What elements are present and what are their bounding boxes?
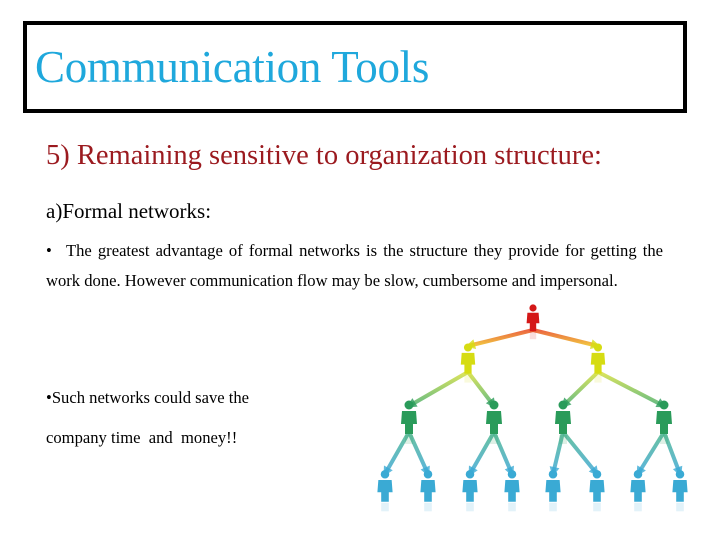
- bullet-text: The greatest advantage of formal network…: [46, 241, 663, 290]
- figure-head: [465, 469, 475, 479]
- figure-body: [590, 352, 606, 374]
- person-figure-level-3: [486, 400, 502, 444]
- figure-body: [420, 479, 436, 502]
- figure-reflection: [549, 502, 557, 512]
- subheading: a)Formal networks:: [46, 199, 212, 223]
- figure-head: [529, 304, 537, 312]
- figure-head: [380, 469, 390, 479]
- network-arrow: [466, 328, 535, 348]
- figure-reflection: [594, 374, 602, 383]
- figure-body: [462, 479, 478, 502]
- figure-reflection: [490, 435, 498, 444]
- person-figure-level-4: [420, 469, 436, 512]
- figure-head: [633, 469, 643, 479]
- network-arrow: [407, 370, 470, 408]
- figure-body: [555, 411, 571, 434]
- figure-body: [545, 479, 561, 502]
- figure-head: [558, 400, 568, 410]
- figure-head: [489, 400, 499, 410]
- person-figure-level-4: [589, 469, 605, 512]
- figure-reflection: [466, 502, 474, 512]
- figure-body: [630, 479, 646, 502]
- figure-body: [526, 312, 540, 332]
- figure-reflection: [676, 502, 684, 512]
- network-arrow: [561, 370, 600, 408]
- person-figure-level-4: [545, 469, 561, 512]
- network-links: [383, 328, 683, 477]
- figure-head: [592, 469, 602, 479]
- figure-reflection: [529, 332, 537, 340]
- bullet-line-1: •Such networks could save the: [46, 378, 346, 418]
- person-figure-top: [526, 304, 540, 340]
- figure-reflection: [634, 502, 642, 512]
- person-figure-level-4: [630, 469, 646, 512]
- figure-reflection: [381, 502, 389, 512]
- figure-body: [460, 352, 476, 374]
- figure-head: [548, 469, 558, 479]
- figure-body: [486, 411, 502, 434]
- figure-head: [675, 469, 685, 479]
- hierarchy-network-image: [377, 304, 688, 512]
- figure-reflection: [660, 435, 668, 444]
- figure-head: [659, 400, 669, 410]
- figure-reflection: [593, 502, 601, 512]
- figure-head: [593, 343, 603, 352]
- bullet-paragraph-2: •Such networks could save the company ti…: [46, 378, 346, 458]
- network-arrow: [531, 328, 600, 348]
- figure-body: [656, 411, 672, 434]
- network-nodes: [377, 304, 688, 512]
- person-figure-level-3: [401, 400, 417, 444]
- bullet-marker: •: [46, 241, 52, 260]
- person-figure-level-4: [672, 469, 688, 512]
- network-arrow: [596, 370, 666, 408]
- figure-body: [504, 479, 520, 502]
- figure-body: [377, 479, 393, 502]
- figure-reflection: [405, 435, 413, 444]
- figure-body: [401, 411, 417, 434]
- bullet-paragraph-1: • The greatest advantage of formal networ…: [46, 236, 663, 296]
- person-figure-level-4: [462, 469, 478, 512]
- figure-body: [589, 479, 605, 502]
- figure-head: [404, 400, 414, 410]
- person-figure-level-4: [504, 469, 520, 512]
- figure-body: [672, 479, 688, 502]
- figure-reflection: [559, 435, 567, 444]
- slide-title: Communication Tools: [35, 42, 430, 92]
- person-figure-level-4: [377, 469, 393, 512]
- section-heading: 5) Remaining sensitive to organization s…: [46, 140, 602, 171]
- figure-head: [507, 469, 517, 479]
- bullet-text: Such networks could save the: [51, 388, 250, 407]
- bullet-line-2: company time and money!!: [46, 428, 238, 447]
- figure-head: [463, 343, 473, 352]
- figure-reflection: [508, 502, 516, 512]
- title-box: Communication Tools: [23, 21, 687, 113]
- figure-head: [423, 469, 433, 479]
- figure-reflection: [424, 502, 432, 512]
- figure-reflection: [464, 374, 472, 383]
- network-arrow: [561, 430, 599, 476]
